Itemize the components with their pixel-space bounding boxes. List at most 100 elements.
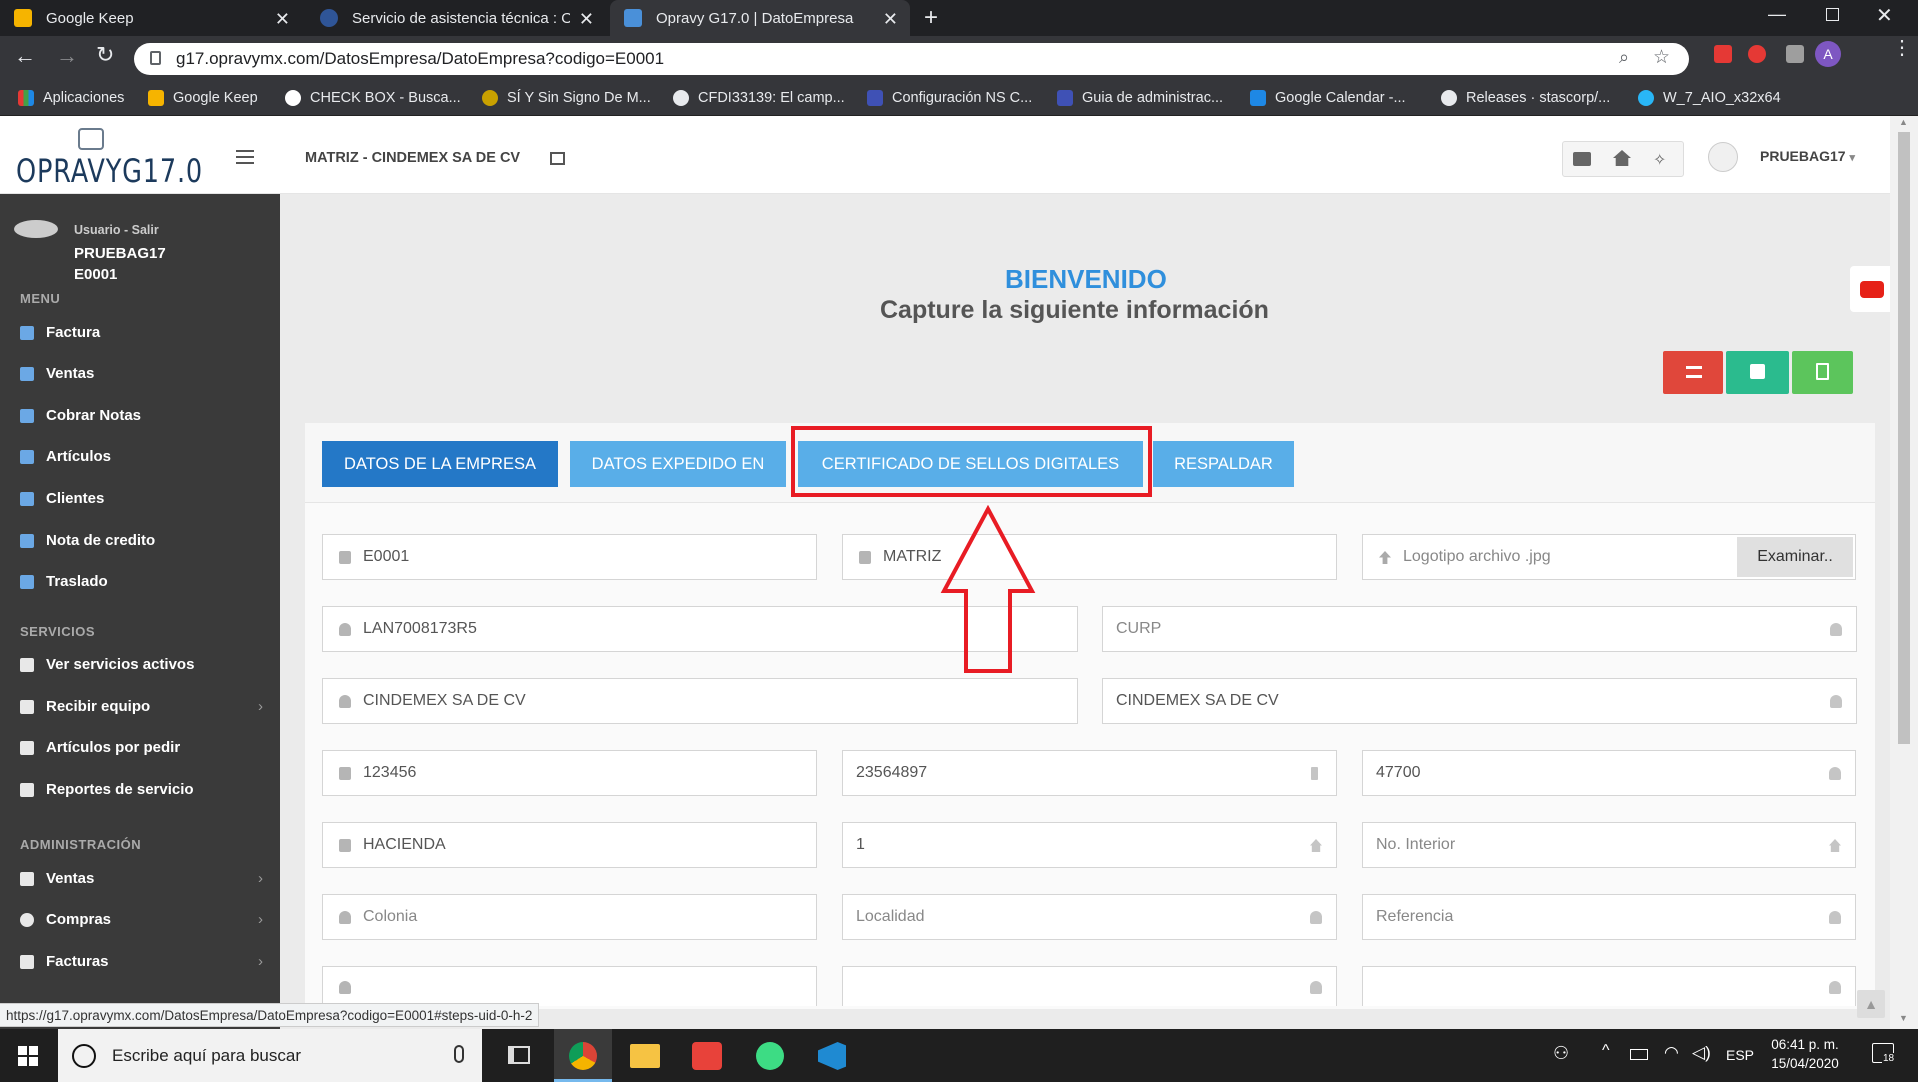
android-studio-icon[interactable]: [756, 1042, 784, 1070]
celular-field[interactable]: 23564897: [842, 750, 1337, 796]
tab-google-keep[interactable]: Google Keep ✕: [0, 0, 302, 36]
sidebar-item-cobrar-notas[interactable]: Cobrar Notas: [20, 407, 141, 424]
hamburger-icon[interactable]: [236, 150, 254, 164]
close-icon[interactable]: ✕: [275, 9, 290, 30]
bookmark-cfdi[interactable]: CFDI33139: El camp...: [673, 88, 845, 108]
bookmark-apps[interactable]: Aplicaciones: [18, 88, 124, 108]
localidad-field[interactable]: Localidad: [842, 894, 1337, 940]
clock[interactable]: 06:41 p. m. 15/04/2020: [1770, 1037, 1840, 1071]
task-view-icon[interactable]: [508, 1046, 530, 1064]
battery-icon[interactable]: [1630, 1049, 1648, 1060]
bookmark-signo[interactable]: SÍ Y Sin Signo De M...: [482, 88, 651, 108]
bookmark-guia[interactable]: Guia de administrac...: [1057, 88, 1223, 108]
new-button[interactable]: [1792, 351, 1853, 394]
profile-avatar[interactable]: A: [1815, 41, 1841, 67]
fullscreen-icon[interactable]: [550, 152, 565, 165]
extension-icon[interactable]: [1786, 45, 1804, 63]
save-button[interactable]: [1726, 351, 1789, 394]
folder-icon[interactable]: [1573, 152, 1591, 166]
sidebar-item-traslado[interactable]: Traslado: [20, 573, 108, 590]
anydesk-icon[interactable]: [692, 1042, 722, 1070]
new-tab-button[interactable]: +: [924, 4, 938, 32]
scrollbar[interactable]: ▲ ▼: [1890, 116, 1918, 1029]
sidebar-item-ver-servicios[interactable]: Ver servicios activos: [20, 656, 194, 673]
step-respaldar[interactable]: RESPALDAR: [1153, 441, 1294, 487]
step-datos-expedido[interactable]: DATOS EXPEDIDO EN: [570, 441, 786, 487]
calle-field[interactable]: HACIENDA: [322, 822, 817, 868]
extension-icon[interactable]: [1748, 45, 1766, 63]
codigo-field[interactable]: E0001: [322, 534, 817, 580]
scroll-down-icon[interactable]: ▼: [1899, 1013, 1908, 1023]
num-int-field[interactable]: No. Interior: [1362, 822, 1856, 868]
minimize-button[interactable]: —: [1768, 4, 1786, 25]
tab-soporte[interactable]: Servicio de asistencia técnica : Op ✕: [306, 0, 606, 36]
colonia-field[interactable]: Colonia: [322, 894, 817, 940]
user-caption[interactable]: Usuario - Salir: [74, 223, 159, 237]
zoom-icon[interactable]: ⌕: [1619, 47, 1629, 68]
bookmark-releases[interactable]: Releases · stascorp/...: [1441, 88, 1610, 108]
forward-icon[interactable]: →: [56, 43, 78, 69]
volume-icon[interactable]: ◁): [1692, 1043, 1711, 1063]
notifications-icon[interactable]: 18: [1872, 1043, 1896, 1064]
nombre-comercial-field[interactable]: CINDEMEX SA DE CV: [1102, 678, 1857, 724]
bookmark-config[interactable]: Configuración NS C...: [867, 88, 1032, 108]
sidebar-item-recibir-equipo[interactable]: Recibir equipo ›: [20, 698, 263, 715]
browser-menu-icon[interactable]: ⋮: [1892, 38, 1912, 58]
form-field-partial[interactable]: [322, 966, 817, 1006]
scrollbar-thumb[interactable]: [1898, 132, 1910, 744]
close-icon[interactable]: ✕: [883, 9, 898, 30]
scroll-up-icon[interactable]: ▲: [1899, 117, 1908, 127]
razon-social-field[interactable]: CINDEMEX SA DE CV: [322, 678, 1078, 724]
star-icon[interactable]: ☆: [1653, 46, 1670, 69]
bookmark-calendar[interactable]: Google Calendar -...: [1250, 88, 1406, 108]
extension-icon[interactable]: [1714, 45, 1732, 63]
url-bar[interactable]: g17.opravymx.com/DatosEmpresa/DatoEmpres…: [134, 43, 1689, 75]
close-window-button[interactable]: ✕: [1876, 3, 1893, 28]
file-explorer-icon[interactable]: [630, 1044, 660, 1068]
sidebar-item-nota-credito[interactable]: Nota de credito: [20, 532, 155, 549]
sidebar-item-ventas[interactable]: Ventas: [20, 365, 94, 382]
taskbar-chrome[interactable]: [554, 1029, 612, 1082]
sidebar-item-admin-facturas[interactable]: Facturas ›: [20, 953, 263, 970]
logo-file-input[interactable]: Logotipo archivo .jpg Examinar..: [1362, 534, 1856, 580]
vscode-icon[interactable]: [818, 1042, 846, 1070]
sidebar-item-admin-compras[interactable]: Compras ›: [20, 911, 263, 928]
tab-opravy[interactable]: Opravy G17.0 | DatoEmpresa ✕: [610, 0, 910, 36]
sidebar-item-articulos-pedir[interactable]: Artículos por pedir: [20, 739, 180, 756]
back-icon[interactable]: ←: [14, 43, 36, 69]
youtube-button[interactable]: [1850, 266, 1890, 312]
sidebar-item-admin-ventas[interactable]: Ventas ›: [20, 870, 263, 887]
maximize-button[interactable]: [1826, 8, 1839, 21]
language-indicator[interactable]: ESP: [1726, 1047, 1754, 1063]
scroll-top-button[interactable]: ▲: [1857, 990, 1885, 1018]
sidebar-item-articulos[interactable]: Artículos: [20, 448, 111, 465]
telefono-field[interactable]: 123456: [322, 750, 817, 796]
step-datos-empresa[interactable]: DATOS DE LA EMPRESA: [322, 441, 558, 487]
sidebar-item-factura[interactable]: Factura: [20, 324, 100, 341]
bookmark-checkbox[interactable]: CHECK BOX - Busca...: [285, 88, 461, 108]
magic-wand-icon[interactable]: ✧: [1653, 150, 1666, 170]
chevron-up-icon[interactable]: ^: [1602, 1042, 1610, 1060]
browse-button[interactable]: Examinar..: [1737, 537, 1853, 577]
list-button[interactable]: [1663, 351, 1723, 394]
taskbar-search[interactable]: Escribe aquí para buscar: [58, 1029, 482, 1082]
num-ext-field[interactable]: 1: [842, 822, 1337, 868]
user-avatar[interactable]: [1708, 142, 1738, 172]
wifi-icon[interactable]: ◠: [1664, 1043, 1679, 1063]
referencia-field[interactable]: Referencia: [1362, 894, 1856, 940]
windows-start-icon[interactable]: [18, 1046, 38, 1066]
bookmark-keep[interactable]: Google Keep: [148, 88, 258, 108]
sucursal-field[interactable]: MATRIZ: [842, 534, 1337, 580]
reload-icon[interactable]: ↻: [96, 42, 114, 68]
form-field-partial[interactable]: [842, 966, 1337, 1006]
curp-field[interactable]: CURP: [1102, 606, 1857, 652]
sidebar-item-reportes[interactable]: Reportes de servicio: [20, 781, 194, 798]
close-icon[interactable]: ✕: [579, 9, 594, 30]
microphone-icon[interactable]: [454, 1045, 464, 1063]
form-field-partial[interactable]: [1362, 966, 1856, 1006]
user-menu[interactable]: PRUEBAG17 ▾: [1760, 148, 1855, 164]
bookmark-w7[interactable]: W_7_AIO_x32x64: [1638, 88, 1781, 108]
sidebar-item-clientes[interactable]: Clientes: [20, 490, 104, 507]
cp-field[interactable]: 47700: [1362, 750, 1856, 796]
home-icon[interactable]: [1613, 150, 1631, 166]
